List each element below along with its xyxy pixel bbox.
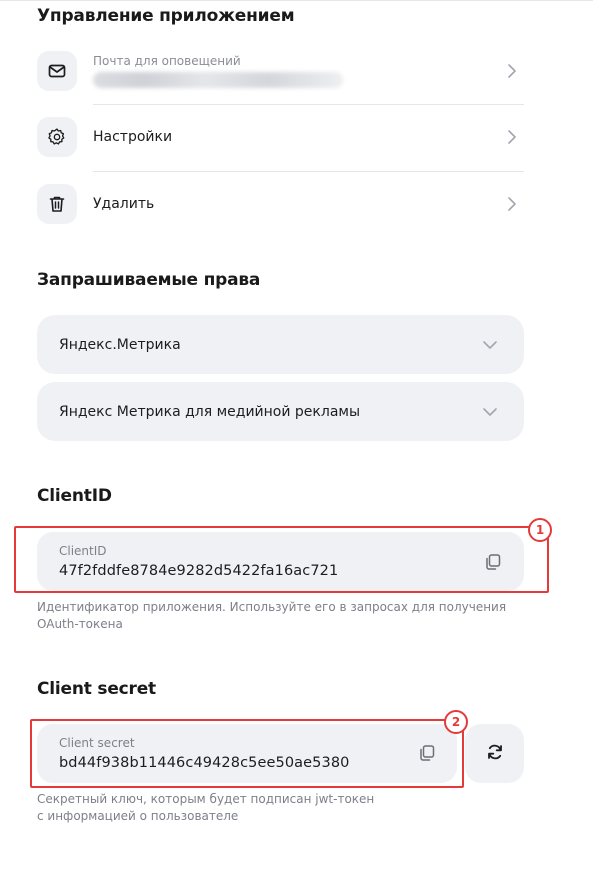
mail-icon (37, 51, 77, 91)
permission-label: Яндекс.Метрика (59, 336, 181, 353)
trash-icon (37, 184, 77, 224)
client-id-hint: Идентификатор приложения. Используйте ег… (37, 599, 506, 633)
top-divider (0, 0, 593, 4)
section-title-client-secret: Client secret (37, 679, 156, 699)
chevron-down-icon (482, 335, 498, 354)
notification-email-label: Почта для оповещений (93, 54, 241, 68)
menu-item-delete[interactable]: Удалить (37, 171, 524, 237)
gear-icon (37, 117, 77, 157)
regenerate-secret-button[interactable] (465, 724, 524, 783)
delete-label: Удалить (93, 196, 155, 212)
section-title-permissions: Запрашиваемые права (37, 270, 261, 290)
client-secret-hint-line: с информацией о пользователе (37, 809, 239, 823)
client-secret-hint: Секретный ключ, которым будет подписан j… (37, 791, 374, 825)
refresh-icon (485, 742, 505, 766)
chevron-right-icon (502, 127, 522, 147)
annotation-box-client-secret (30, 719, 464, 788)
annotation-badge-2: 2 (444, 710, 468, 734)
chevron-right-icon (502, 194, 522, 214)
annotation-badge-1: 1 (528, 518, 552, 542)
chevron-right-icon (502, 61, 522, 81)
annotation-box-client-id (14, 526, 549, 593)
chevron-down-icon (482, 402, 498, 421)
menu-item-settings[interactable]: Настройки (37, 104, 524, 170)
section-title-app-management: Управление приложением (37, 6, 295, 26)
client-secret-hint-line: Секретный ключ, которым будет подписан j… (37, 792, 375, 806)
permission-accordion-metrika[interactable]: Яндекс.Метрика (37, 315, 524, 374)
permission-label: Яндекс Метрика для медийной рекламы (59, 403, 361, 420)
permission-accordion-metrika-media[interactable]: Яндекс Метрика для медийной рекламы (37, 382, 524, 441)
notification-email-value-blurred (93, 72, 343, 88)
client-id-hint-line: Идентификатор приложения. Используйте ег… (37, 600, 507, 614)
section-title-client-id: ClientID (37, 486, 112, 506)
settings-label: Настройки (93, 129, 173, 145)
client-id-hint-line: OAuth-токена (37, 617, 123, 631)
menu-item-notification-email[interactable]: Почта для оповещений (37, 38, 524, 104)
